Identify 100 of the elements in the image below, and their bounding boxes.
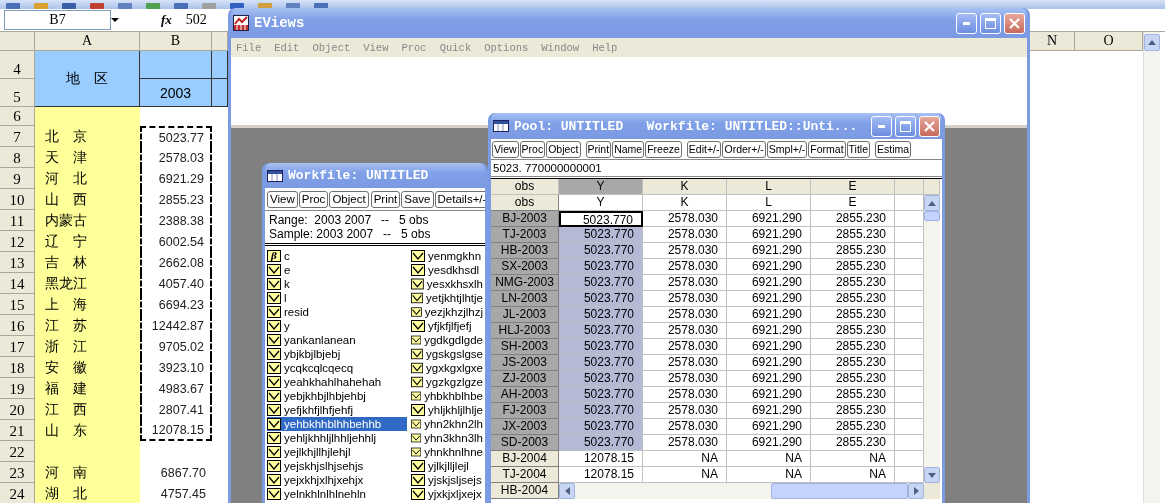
scroll-left-button[interactable] [559,483,575,499]
row-header[interactable]: 14 [0,273,35,294]
row-header[interactable]: 13 [0,252,35,273]
table-cell[interactable]: 6921.290 [727,291,811,307]
row-label[interactable]: LN-2003 [491,291,559,307]
row-header[interactable]: 23 [0,462,35,483]
close-button[interactable] [919,115,940,137]
horizontal-scrollbar[interactable] [559,483,924,499]
toolbar-button[interactable]: Format [808,141,846,158]
table-cell[interactable]: 12078.15 [559,451,643,467]
toolbar-button[interactable]: View [492,141,519,158]
table-cell[interactable]: 2855.230 [811,371,895,387]
row-label[interactable]: JL-2003 [491,307,559,323]
row-label[interactable]: BJ-2003 [491,211,559,227]
edit-field[interactable]: 5023. 770000000001 [491,159,942,177]
list-item[interactable]: yesdkhsdl [411,263,483,277]
table-cell[interactable]: 6921.290 [727,339,811,355]
toolbar-button[interactable]: Save [401,191,434,208]
table-cell[interactable]: 2578.030 [643,435,727,451]
table-cell[interactable]: 2578.030 [643,291,727,307]
table-cell[interactable]: 6921.290 [727,419,811,435]
list-item[interactable]: l [267,291,407,305]
toolbar-button[interactable]: Title [846,141,871,158]
scroll-thumb[interactable] [770,483,908,499]
row-header[interactable]: 21 [0,420,35,441]
list-item[interactable]: yebjkhbjlhbjehbj [267,389,407,403]
toolbar-button[interactable]: Object [329,191,369,208]
table-cell[interactable]: NA [643,451,727,467]
toolbar-button[interactable]: Print [370,191,401,208]
function-button[interactable]: fx [161,12,172,28]
row-header[interactable]: 11 [0,210,35,231]
table-cell[interactable]: 2578.030 [643,307,727,323]
table-cell[interactable]: 2855.230 [811,339,895,355]
list-item[interactable]: β c [267,249,407,263]
list-item[interactable]: yhnkhnlhne [411,445,483,459]
row-label[interactable]: HB-2003 [491,243,559,259]
table-cell[interactable]: 2855.230 [811,355,895,371]
table-cell[interactable]: 12078.15 [559,467,643,483]
list-item[interactable]: yjskjsljsejs [411,473,483,487]
table-cell[interactable]: 5023.770 [559,291,643,307]
row-header[interactable]: 7 [0,126,35,147]
scroll-thumb[interactable] [924,211,940,221]
row-header[interactable]: 10 [0,189,35,210]
table-cell[interactable]: 6921.290 [727,275,811,291]
toolbar-button[interactable]: Proc [298,191,329,208]
row-label[interactable]: ZJ-2003 [491,371,559,387]
toolbar-icon[interactable] [174,3,188,9]
list-item[interactable]: yeahkhahlhahehah [267,375,407,389]
table-cell[interactable]: NA [811,467,895,483]
column-header[interactable]: O [1075,32,1143,51]
table-cell[interactable]: 2855.230 [811,419,895,435]
table-cell[interactable]: 6921.290 [727,211,811,227]
table-cell[interactable]: 2578.030 [643,259,727,275]
table-cell[interactable]: 6921.290 [727,323,811,339]
toolbar-button[interactable]: Estima [875,141,912,158]
table-cell[interactable]: 2578.030 [643,387,727,403]
table-cell[interactable]: 2855.230 [811,387,895,403]
table-cell[interactable]: 5023.770 [559,403,643,419]
toolbar-button[interactable]: Object [546,141,581,158]
row-header[interactable]: 24 [0,483,35,503]
resize-grip[interactable] [924,483,940,499]
close-button[interactable] [1004,12,1025,34]
table-cell[interactable]: 6921.290 [727,403,811,419]
row-label[interactable]: NMG-2003 [491,275,559,291]
toolbar-button[interactable]: Edit+/- [686,141,722,158]
scrollbar[interactable] [1143,32,1160,503]
list-item[interactable]: yefjkhfjlhfjehfj [267,403,407,417]
name-box[interactable]: B7 [4,10,111,30]
table-cell[interactable]: 6921.290 [727,227,811,243]
table-cell[interactable]: 2855.230 [811,291,895,307]
maximize-button[interactable] [895,115,916,137]
table-cell[interactable]: 2578.030 [643,403,727,419]
table-cell[interactable]: 2855.230 [811,275,895,291]
dropdown-icon[interactable] [111,18,119,22]
list-item[interactable]: e [267,263,407,277]
select-all-button[interactable] [0,32,35,51]
list-item[interactable]: ygskgslgse [411,347,483,361]
row-label[interactable]: HB-2004 [491,483,559,499]
row-header[interactable]: 12 [0,231,35,252]
table-cell[interactable]: 2578.030 [643,227,727,243]
row-header[interactable]: 20 [0,399,35,420]
scroll-right-button[interactable] [908,483,924,499]
list-item[interactable]: ybjkbjlbjebj [267,347,407,361]
table-cell[interactable]: NA [811,451,895,467]
list-item[interactable]: yetjkhtjlhtje [411,291,483,305]
table-cell[interactable]: 5023.770 [559,227,643,243]
column-header[interactable]: L [727,179,811,195]
row-label[interactable]: TJ-2004 [491,467,559,483]
list-item[interactable]: ygxkgxlgxe [411,361,483,375]
table-cell[interactable]: 5023.770 [559,307,643,323]
toolbar-button[interactable]: Name [612,141,645,158]
column-header[interactable]: K [643,179,727,195]
list-item[interactable]: ycqkcqlcqecq [267,361,407,375]
column-header[interactable]: obs [491,179,559,195]
row-header[interactable]: 16 [0,315,35,336]
toolbar-button[interactable]: Freeze [645,141,682,158]
column-header[interactable]: A [35,32,140,51]
list-item[interactable]: k [267,277,407,291]
table-cell[interactable]: 2855.230 [811,211,895,227]
list-item[interactable]: yesxkhsxlh [411,277,483,291]
